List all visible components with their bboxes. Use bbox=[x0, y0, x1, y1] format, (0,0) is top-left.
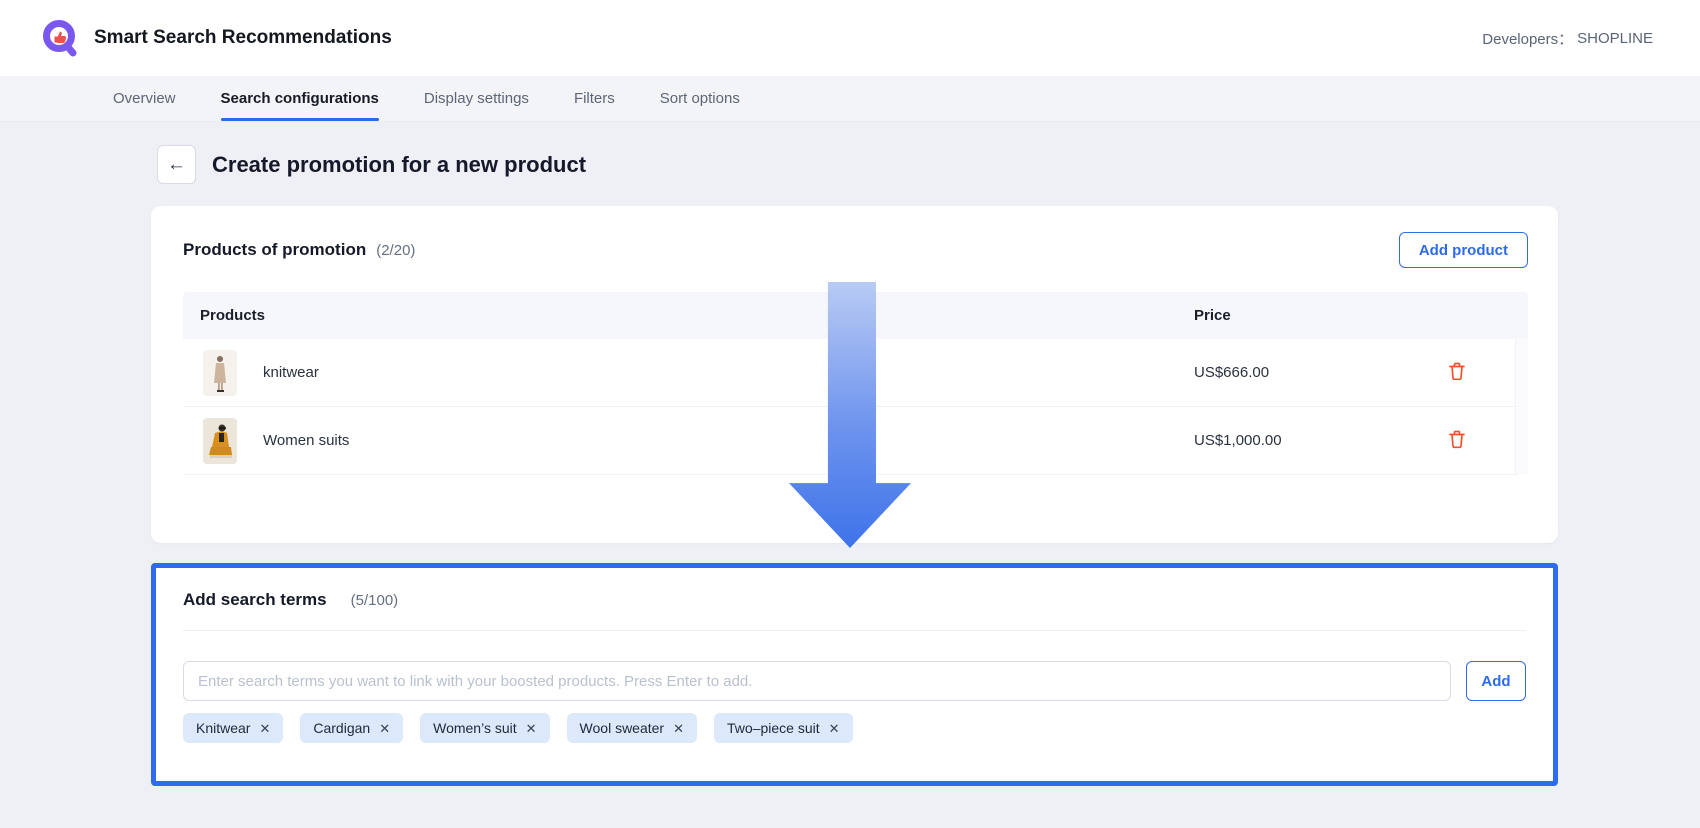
search-term-tag: Women’s suit ✕ bbox=[420, 713, 549, 743]
add-search-terms-card: Add search terms (5/100) Add Knitwear ✕ … bbox=[151, 563, 1558, 786]
products-card-title: Products of promotion bbox=[183, 240, 366, 260]
tag-label: Cardigan bbox=[313, 720, 370, 736]
product-thumbnail-women-suits bbox=[203, 418, 237, 464]
tab-overview[interactable]: Overview bbox=[113, 76, 176, 121]
developers-info: Developers： SHOPLINE bbox=[1482, 28, 1653, 49]
product-name: Women suits bbox=[263, 432, 349, 449]
search-terms-card-header: Add search terms (5/100) bbox=[183, 590, 1526, 631]
remove-tag-icon[interactable]: ✕ bbox=[526, 722, 537, 735]
remove-tag-icon[interactable]: ✕ bbox=[259, 722, 270, 735]
delete-product-button[interactable] bbox=[1446, 362, 1468, 384]
product-price: US$666.00 bbox=[1194, 364, 1269, 381]
search-term-tag: Wool sweater ✕ bbox=[567, 713, 697, 743]
trash-icon bbox=[1446, 428, 1468, 453]
column-header-products: Products bbox=[183, 307, 265, 324]
tab-filters[interactable]: Filters bbox=[574, 76, 615, 121]
table-header-row: Products Price bbox=[183, 292, 1528, 339]
page-title: Create promotion for a new product bbox=[212, 152, 586, 178]
remove-tag-icon[interactable]: ✕ bbox=[379, 722, 390, 735]
products-table: Products Price knitwear US$666.00 bbox=[183, 292, 1528, 475]
table-scrollbar[interactable] bbox=[1515, 339, 1528, 475]
tab-display-settings[interactable]: Display settings bbox=[424, 76, 529, 121]
arrow-left-icon: ← bbox=[167, 154, 186, 176]
app-header: Smart Search Recommendations Developers：… bbox=[0, 0, 1700, 76]
product-price: US$1,000.00 bbox=[1194, 432, 1282, 449]
search-term-tag: Two–piece suit ✕ bbox=[714, 713, 853, 743]
search-terms-input-row: Add bbox=[183, 661, 1526, 701]
table-row: knitwear US$666.00 bbox=[183, 339, 1528, 407]
products-count-badge: (2/20) bbox=[376, 242, 415, 259]
search-terms-input[interactable] bbox=[183, 661, 1451, 701]
tag-label: Wool sweater bbox=[580, 720, 665, 736]
search-terms-count-badge: (5/100) bbox=[351, 592, 399, 609]
products-of-promotion-card: Products of promotion (2/20) Add product… bbox=[151, 206, 1558, 543]
search-term-tag: Cardigan ✕ bbox=[300, 713, 403, 743]
delete-product-button[interactable] bbox=[1446, 430, 1468, 452]
page-title-row: ← Create promotion for a new product bbox=[157, 145, 586, 184]
tag-label: Knitwear bbox=[196, 720, 250, 736]
app-title: Smart Search Recommendations bbox=[94, 27, 392, 49]
tab-bar: Overview Search configurations Display s… bbox=[0, 76, 1700, 122]
remove-tag-icon[interactable]: ✕ bbox=[673, 722, 684, 735]
search-terms-tags: Knitwear ✕ Cardigan ✕ Women’s suit ✕ Woo… bbox=[183, 713, 1526, 743]
add-term-button[interactable]: Add bbox=[1466, 661, 1526, 701]
products-card-header: Products of promotion (2/20) Add product bbox=[183, 232, 1528, 268]
remove-tag-icon[interactable]: ✕ bbox=[829, 722, 840, 735]
table-row: Women suits US$1,000.00 bbox=[183, 407, 1528, 475]
add-product-button[interactable]: Add product bbox=[1399, 232, 1528, 268]
column-header-price: Price bbox=[1194, 307, 1231, 324]
tab-sort-options[interactable]: Sort options bbox=[660, 76, 740, 121]
product-thumbnail-knitwear bbox=[203, 350, 237, 396]
developer-name: SHOPLINE bbox=[1577, 30, 1653, 47]
search-terms-card-title: Add search terms bbox=[183, 590, 327, 610]
tag-label: Women’s suit bbox=[433, 720, 517, 736]
search-term-tag: Knitwear ✕ bbox=[183, 713, 283, 743]
tag-label: Two–piece suit bbox=[727, 720, 820, 736]
product-name: knitwear bbox=[263, 364, 319, 381]
back-button[interactable]: ← bbox=[157, 145, 196, 184]
developers-label: Developers： bbox=[1482, 28, 1573, 49]
tab-search-configurations[interactable]: Search configurations bbox=[221, 76, 379, 121]
trash-icon bbox=[1446, 360, 1468, 385]
app-logo-icon bbox=[40, 18, 80, 58]
